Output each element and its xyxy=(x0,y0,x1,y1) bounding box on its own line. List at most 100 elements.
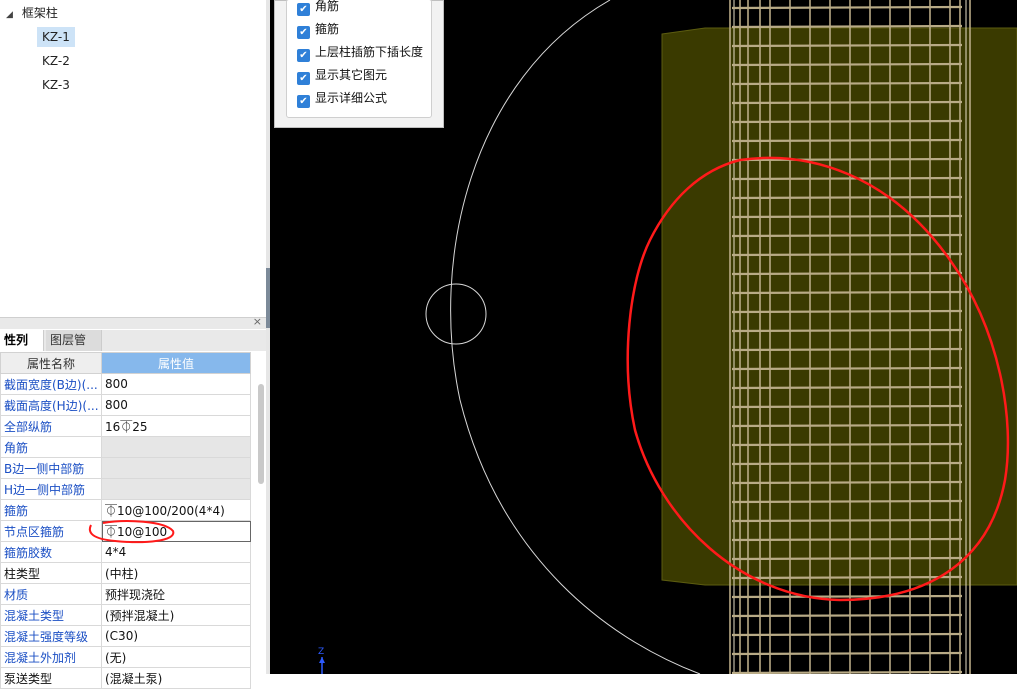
stirrup xyxy=(731,271,963,276)
properties-scrollbar[interactable] xyxy=(258,384,264,484)
option-corner-rebar[interactable]: ✔ 角筋 xyxy=(297,0,340,16)
property-name: 柱类型 xyxy=(0,562,102,584)
stirrup xyxy=(731,328,963,333)
display-options-list: ✔ 角筋 ✔ 箍筋 ✔ 上层柱插筋下插长度 ✔ 显示其它图元 ✔ 显示详细公式 xyxy=(286,0,432,118)
property-value[interactable]: (中柱) xyxy=(101,562,251,584)
stirrup xyxy=(731,366,963,371)
table-row[interactable]: 截面高度(H边)(... 800 xyxy=(0,394,251,416)
stirrup xyxy=(731,670,963,674)
property-name: 混凝土强度等级 xyxy=(0,625,102,647)
property-value[interactable]: 16⏁25 xyxy=(101,415,251,437)
stirrup xyxy=(731,5,963,10)
checkbox-checked-icon[interactable]: ✔ xyxy=(297,26,310,39)
property-value[interactable]: (预拌混凝土) xyxy=(101,604,251,626)
stirrup xyxy=(731,214,963,219)
option-upper-column-dowel[interactable]: ✔ 上层柱插筋下插长度 xyxy=(297,43,424,62)
stirrup xyxy=(731,195,963,200)
property-name: H边一侧中部筋 xyxy=(0,478,102,500)
red-annotation-ellipse xyxy=(88,520,175,544)
table-row[interactable]: H边一侧中部筋 xyxy=(0,478,251,500)
checkbox-checked-icon[interactable]: ✔ xyxy=(297,95,310,108)
tree-item-kz2[interactable]: KZ-2 xyxy=(37,51,75,71)
stirrup xyxy=(731,651,963,656)
table-row[interactable]: 角筋 xyxy=(0,436,251,458)
stirrup xyxy=(731,100,963,105)
stirrup xyxy=(731,290,963,295)
property-value[interactable]: (无) xyxy=(101,646,251,668)
option-label: 上层柱插筋下插长度 xyxy=(315,45,424,59)
stirrup xyxy=(731,119,963,124)
option-label: 显示其它图元 xyxy=(315,68,388,82)
tree-item-kz1[interactable]: KZ-1 xyxy=(37,27,75,47)
table-row[interactable]: 柱类型 (中柱) xyxy=(0,562,251,584)
property-value[interactable]: (C30) xyxy=(101,625,251,647)
checkbox-checked-icon[interactable]: ✔ xyxy=(297,3,310,16)
property-name: 混凝土类型 xyxy=(0,604,102,626)
stirrup xyxy=(731,404,963,409)
tab-layer-management[interactable]: 图层管理 xyxy=(46,330,102,368)
properties-tabs: 性列表 图层管理 xyxy=(0,330,266,368)
stirrup xyxy=(731,499,963,504)
tree-root-frame-column[interactable]: ◢ 框架柱 xyxy=(6,4,58,22)
close-icon[interactable]: × xyxy=(253,315,262,328)
option-show-other-elements[interactable]: ✔ 显示其它图元 xyxy=(297,66,388,85)
property-value[interactable]: 预拌现浇砼 xyxy=(101,583,251,605)
property-value[interactable] xyxy=(101,457,251,479)
tree-root-label: 框架柱 xyxy=(21,6,58,20)
table-row[interactable]: 材质 预拌现浇砼 xyxy=(0,583,251,605)
property-name: 角筋 xyxy=(0,436,102,458)
property-value[interactable] xyxy=(101,436,251,458)
stirrup xyxy=(731,423,963,428)
axis-circle xyxy=(425,283,487,345)
table-row[interactable]: 截面宽度(B边)(... 800 xyxy=(0,373,251,395)
property-name: 混凝土外加剂 xyxy=(0,646,102,668)
stirrup xyxy=(731,233,963,238)
checkbox-checked-icon[interactable]: ✔ xyxy=(297,72,310,85)
tab-property-list[interactable]: 性列表 xyxy=(0,330,44,368)
expand-arrow-icon[interactable]: ◢ xyxy=(6,6,18,24)
component-tree: ◢ 框架柱 KZ-1 KZ-2 KZ-3 xyxy=(0,0,268,313)
stirrup xyxy=(731,442,963,447)
tree-item-kz3[interactable]: KZ-3 xyxy=(37,75,75,95)
table-row[interactable]: 混凝土强度等级 (C30) xyxy=(0,625,251,647)
column-header-name[interactable]: 属性名称 xyxy=(0,352,102,374)
property-value[interactable]: 800 xyxy=(101,373,251,395)
stirrup xyxy=(731,480,963,485)
table-row[interactable]: 混凝土类型 (预拌混凝土) xyxy=(0,604,251,626)
stirrup xyxy=(731,594,963,599)
option-label: 箍筋 xyxy=(315,22,340,36)
property-name: 泵送类型 xyxy=(0,667,102,689)
checkbox-checked-icon[interactable]: ✔ xyxy=(297,49,310,62)
option-label: 角筋 xyxy=(315,0,340,13)
properties-panel-header: × xyxy=(0,315,266,329)
stirrup xyxy=(731,613,963,618)
axis-label: Z xyxy=(318,647,324,657)
table-row[interactable]: 全部纵筋 16⏁25 xyxy=(0,415,251,437)
stirrup xyxy=(731,81,963,86)
stirrup xyxy=(731,461,963,466)
stirrup xyxy=(731,138,963,143)
option-label: 显示详细公式 xyxy=(315,91,388,105)
left-panel: ◢ 框架柱 KZ-1 KZ-2 KZ-3 × 性列表 图层管理 属性名称 属性值… xyxy=(0,0,270,689)
stirrup xyxy=(731,176,963,181)
property-value[interactable]: 800 xyxy=(101,394,251,416)
property-name: 材质 xyxy=(0,583,102,605)
property-value[interactable]: (混凝土泵) xyxy=(101,667,251,689)
stirrup xyxy=(731,309,963,314)
property-value[interactable] xyxy=(101,478,251,500)
stirrup xyxy=(731,157,963,162)
table-row[interactable]: 混凝土外加剂 (无) xyxy=(0,646,251,668)
column-header-value[interactable]: 属性值 xyxy=(101,352,251,374)
property-name: B边一侧中部筋 xyxy=(0,457,102,479)
property-name: 截面宽度(B边)(... xyxy=(0,373,102,395)
stirrup xyxy=(731,347,963,352)
table-row[interactable]: B边一侧中部筋 xyxy=(0,457,251,479)
option-stirrup[interactable]: ✔ 箍筋 xyxy=(297,20,340,39)
stirrup xyxy=(731,43,963,48)
table-row[interactable]: 泵送类型 (混凝土泵) xyxy=(0,667,251,689)
display-options-panel: ✔ 角筋 ✔ 箍筋 ✔ 上层柱插筋下插长度 ✔ 显示其它图元 ✔ 显示详细公式 xyxy=(274,0,444,128)
property-name: 全部纵筋 xyxy=(0,415,102,437)
stirrup xyxy=(731,252,963,257)
stirrup xyxy=(731,632,963,637)
option-show-detailed-formula[interactable]: ✔ 显示详细公式 xyxy=(297,89,388,108)
